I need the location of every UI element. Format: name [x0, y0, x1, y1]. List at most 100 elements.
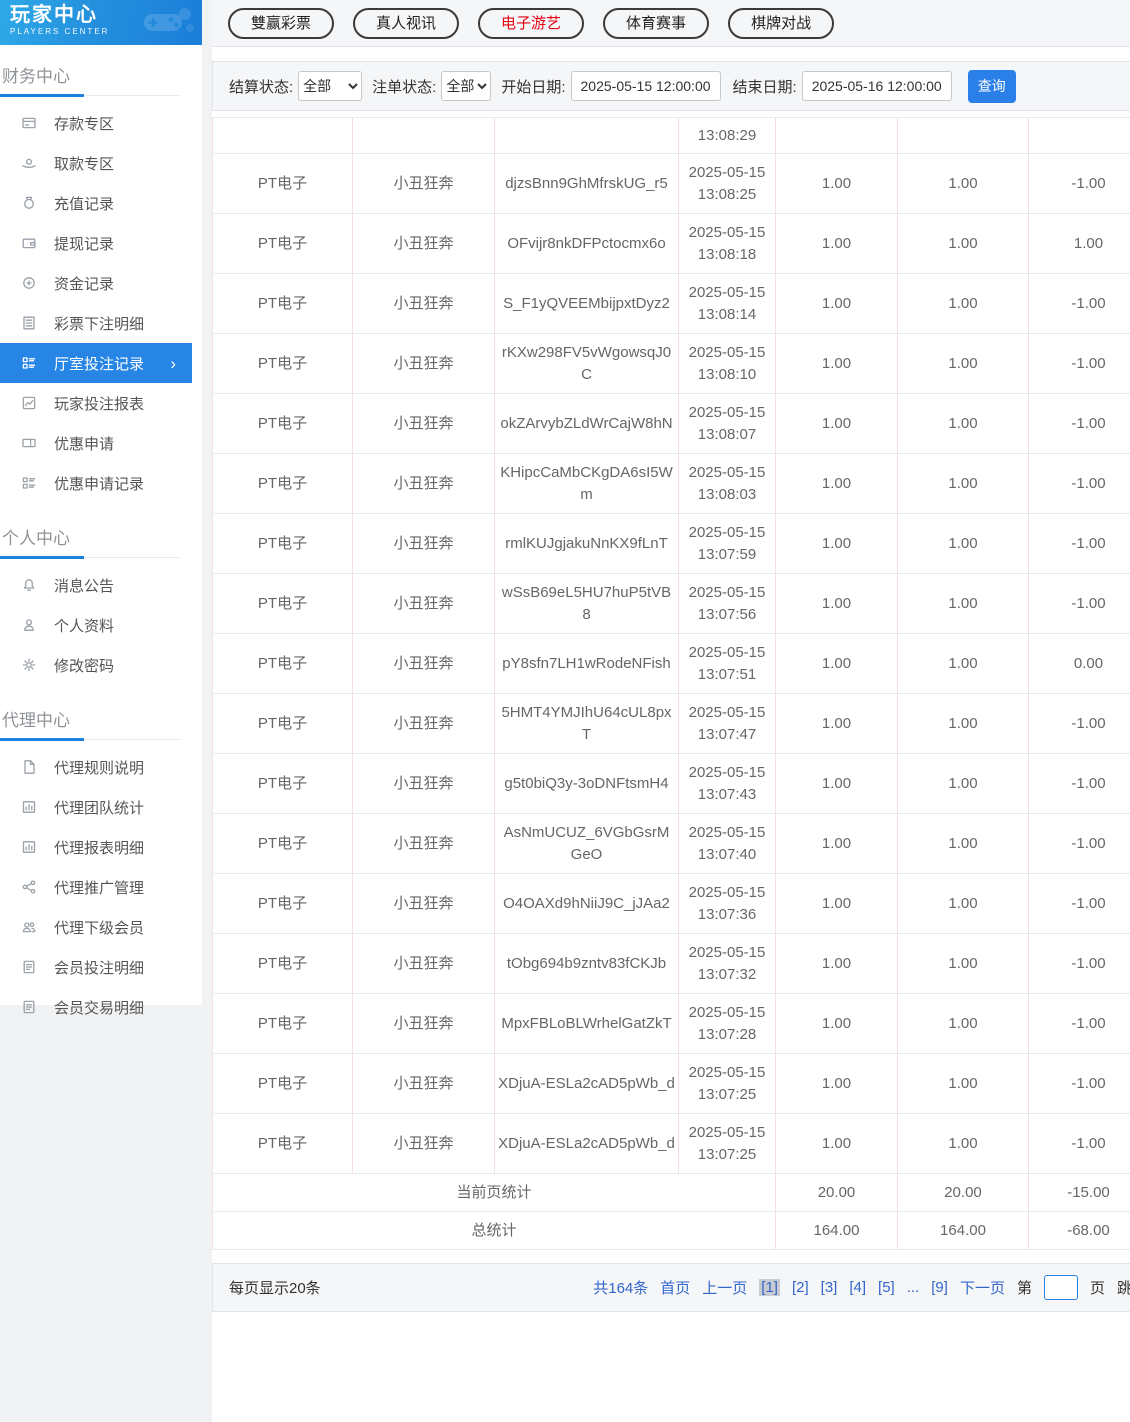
sidebar-item-withdraw-zone[interactable]: 取款专区 — [0, 143, 202, 183]
cell-order-id: tObg694b9zntv83fCKJb — [495, 934, 679, 994]
cell-order-id: OFvijr8nkDFPctocmx6o — [495, 214, 679, 274]
table-row: PT电子小丑狂奔5HMT4YMJIhU64cUL8pxT2025-05-1513… — [213, 694, 1130, 754]
page-link-9[interactable]: [9] — [931, 1279, 948, 1296]
list-icon — [21, 475, 39, 491]
sidebar-item-label: 代理推广管理 — [54, 877, 144, 898]
sidebar-item-promo-apply-records[interactable]: 优惠申请记录 — [0, 463, 202, 503]
cell-datetime: 13:08:29 — [679, 118, 776, 154]
cell-platform: PT电子 — [213, 214, 353, 274]
summary-label: 当前页统计 — [213, 1174, 776, 1212]
sidebar-item-change-password[interactable]: 修改密码 — [0, 645, 202, 685]
summary-win-loss: -68.00 — [1029, 1212, 1130, 1250]
cell-datetime: 2025-05-1513:07:51 — [679, 634, 776, 694]
time-line: 13:08:18 — [682, 244, 772, 266]
sidebar-item-label: 消息公告 — [54, 575, 114, 596]
page-link-3[interactable]: [3] — [821, 1279, 838, 1296]
query-button[interactable]: 查询 — [968, 70, 1016, 103]
settle-status-select[interactable]: 全部 — [298, 71, 362, 101]
cell-datetime: 2025-05-1513:08:10 — [679, 334, 776, 394]
filter-bar: 结算状态: 全部 注单状态: 全部 开始日期: 结束日期: 查询 — [212, 61, 1130, 111]
sidebar-item-agent-rules[interactable]: 代理规则说明 — [0, 747, 202, 787]
cell-bet-amount: 1.00 — [776, 574, 898, 634]
tab-boardgame[interactable]: 棋牌对战 — [728, 8, 834, 39]
tab-lottery[interactable]: 雙赢彩票 — [228, 8, 334, 39]
cell-valid-bet: 1.00 — [898, 514, 1029, 574]
bet-records-table: 13:08:29PT电子小丑狂奔djzsBnn9GhMfrskUG_r52025… — [212, 117, 1130, 1250]
tab-sports[interactable]: 体育赛事 — [603, 8, 709, 39]
stats-icon — [21, 839, 39, 855]
cell-bet-amount: 1.00 — [776, 334, 898, 394]
date-line: 2025-05-15 — [682, 942, 772, 964]
sidebar-item-deposit-zone[interactable]: 存款专区 — [0, 103, 202, 143]
table-row: PT电子小丑狂奔g5t0biQ3y-3oDNFtsmH42025-05-1513… — [213, 754, 1130, 814]
tab-live[interactable]: 真人视讯 — [353, 8, 459, 39]
cell-win-loss: -1.00 — [1029, 814, 1130, 874]
table-row: PT电子小丑狂奔XDjuA-ESLa2cAD5pWb_d2025-05-1513… — [213, 1054, 1130, 1114]
sidebar-item-member-trade-details[interactable]: 会员交易明细 — [0, 987, 202, 1027]
chevron-right-icon: › — [170, 355, 176, 372]
prev-page-link[interactable]: 上一页 — [702, 1277, 747, 1298]
cell-order-id: 5HMT4YMJIhU64cUL8pxT — [495, 694, 679, 754]
cell-game: 小丑狂奔 — [353, 274, 495, 334]
sidebar-menu: 消息公告个人资料修改密码 — [0, 563, 202, 689]
order-status-select[interactable]: 全部 — [441, 71, 491, 101]
coin-icon — [21, 275, 39, 291]
sidebar-item-funds-records[interactable]: 资金记录 — [0, 263, 202, 303]
page-link-1[interactable]: [1] — [759, 1279, 780, 1296]
cell-datetime: 2025-05-1513:08:07 — [679, 394, 776, 454]
sidebar-item-hall-bet-records[interactable]: 厅室投注记录› — [0, 343, 192, 383]
sidebar-item-member-bet-details[interactable]: 会员投注明细 — [0, 947, 202, 987]
page-link-4[interactable]: [4] — [849, 1279, 866, 1296]
tab-egames[interactable]: 电子游艺 — [478, 8, 584, 39]
cell-order-id: g5t0biQ3y-3oDNFtsmH4 — [495, 754, 679, 814]
sidebar-item-promo-apply[interactable]: 优惠申请 — [0, 423, 202, 463]
cell-bet-amount: 1.00 — [776, 934, 898, 994]
summary-row: 当前页统计20.0020.00-15.00 — [213, 1174, 1130, 1212]
sidebar-item-agent-promotion[interactable]: 代理推广管理 — [0, 867, 202, 907]
page-ellipsis: ... — [907, 1279, 920, 1296]
cell-datetime: 2025-05-1513:07:36 — [679, 874, 776, 934]
jump-page-input[interactable] — [1044, 1275, 1078, 1300]
time-line: 13:07:59 — [682, 544, 772, 566]
sidebar-item-agent-team-stats[interactable]: 代理团队统计 — [0, 787, 202, 827]
sidebar-item-messages[interactable]: 消息公告 — [0, 565, 202, 605]
cell-empty — [213, 118, 353, 154]
summary-row: 总统计164.00164.00-68.00 — [213, 1212, 1130, 1250]
start-date-input[interactable] — [571, 71, 721, 101]
date-line: 2025-05-15 — [682, 702, 772, 724]
cell-order-id: okZArvybZLdWrCajW8hN — [495, 394, 679, 454]
list-icon — [21, 355, 39, 371]
settle-status-label: 结算状态: — [229, 76, 293, 97]
cell-game: 小丑狂奔 — [353, 514, 495, 574]
sidebar-item-profile[interactable]: 个人资料 — [0, 605, 202, 645]
next-page-link[interactable]: 下一页 — [960, 1277, 1005, 1298]
table-row: PT电子小丑狂奔MpxFBLoBLWrhelGatZkT2025-05-1513… — [213, 994, 1130, 1054]
bell-icon — [21, 577, 39, 593]
sidebar-item-player-bet-report[interactable]: 玩家投注报表 — [0, 383, 202, 423]
sidebar-item-withdraw-records[interactable]: 提现记录 — [0, 223, 202, 263]
cell-empty — [898, 118, 1029, 154]
summary-bet-amount: 164.00 — [776, 1212, 898, 1250]
first-page-link[interactable]: 首页 — [660, 1277, 690, 1298]
date-line: 2025-05-15 — [682, 342, 772, 364]
page-link-2[interactable]: [2] — [792, 1279, 809, 1296]
end-date-label: 结束日期: — [733, 76, 797, 97]
cell-order-id: djzsBnn9GhMfrskUG_r5 — [495, 154, 679, 214]
page-link-5[interactable]: [5] — [878, 1279, 895, 1296]
time-line: 13:08:07 — [682, 424, 772, 446]
end-date-input[interactable] — [802, 71, 952, 101]
jump-button[interactable]: 跳转 — [1117, 1277, 1130, 1298]
cell-empty — [1029, 118, 1130, 154]
sidebar-item-agent-members[interactable]: 代理下级会员 — [0, 907, 202, 947]
table-row: PT电子小丑狂奔djzsBnn9GhMfrskUG_r52025-05-1513… — [213, 154, 1130, 214]
summary-win-loss: -15.00 — [1029, 1174, 1130, 1212]
pager-controls: 共164条 首页 上一页 [1][2][3][4][5]...[9] 下一页 第… — [593, 1275, 1130, 1300]
sidebar-section-title: 代理中心 — [0, 706, 180, 740]
cell-datetime: 2025-05-1513:07:56 — [679, 574, 776, 634]
cell-order-id: pY8sfn7LH1wRodeNFish — [495, 634, 679, 694]
sidebar-item-lottery-bet-details[interactable]: 彩票下注明细 — [0, 303, 202, 343]
sidebar-item-agent-report-details[interactable]: 代理报表明细 — [0, 827, 202, 867]
time-line: 13:08:29 — [682, 125, 772, 147]
cell-platform: PT电子 — [213, 394, 353, 454]
sidebar-item-recharge-records[interactable]: 充值记录 — [0, 183, 202, 223]
